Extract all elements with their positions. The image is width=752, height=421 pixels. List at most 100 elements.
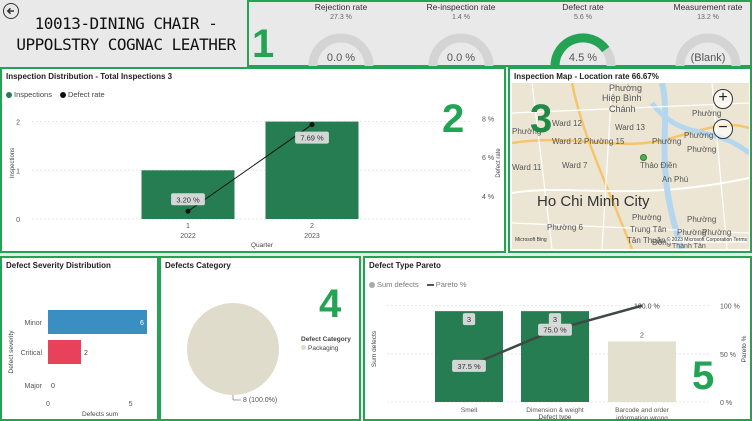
zoom-in-button[interactable]: + <box>713 89 733 109</box>
y2-axis-title: Defect rate <box>496 148 502 178</box>
map-place-label: Phường <box>632 213 662 222</box>
pareto-pct-label: 75.0 % <box>543 326 567 335</box>
map-place-label: Phường <box>609 83 642 93</box>
header-area: 10013-DINING CHAIR - UPPOLSTRY COGNAC LE… <box>0 0 247 66</box>
severity-title: Defect Severity Distribution <box>6 261 111 270</box>
pareto-y-title: Sum defects <box>371 330 378 367</box>
kpi-value: (Blank) <box>690 52 726 64</box>
y-axis-title: Inspections <box>10 148 16 178</box>
severity-category-label: Critical <box>21 350 43 357</box>
severity-bar <box>48 340 82 364</box>
marker-4: 4 <box>319 282 342 326</box>
map-place-label: Ho Chi Minh City <box>537 193 650 210</box>
pareto-y2-tick: 0 % <box>720 400 732 407</box>
y2-tick-label: 8 % <box>482 117 494 124</box>
pareto-x-tick: Barcode and order <box>615 407 670 414</box>
inspection-chart: 0 1 2 4 % 6 % 8 % Inspections Defect rate 1 2022 2… <box>10 117 502 249</box>
pareto-bar-value: 3 <box>553 315 557 324</box>
pareto-x-title: Defect type <box>539 414 572 420</box>
defect-type-pareto-panel: Defect Type Pareto Sum defects Pareto % … <box>363 256 752 421</box>
inspection-map-panel: Inspection Map - Location rate 66.67% Ph… <box>508 67 752 253</box>
y-tick-label: 0 <box>16 217 20 224</box>
severity-bar <box>48 310 148 334</box>
severity-chart: Minor 6 Critical 2 Major 0 0 5 Defects sum Defect… <box>8 310 148 418</box>
kpi-value: 4.5 % <box>568 52 598 64</box>
kpi-label: Re-inspection rate <box>426 2 496 12</box>
category-legend-item[interactable]: Packaging <box>301 345 351 352</box>
defect-rate-label: 3.20 % <box>176 195 200 204</box>
pareto-y2-title: Pareto % <box>741 335 748 362</box>
plus-icon: + <box>718 89 728 106</box>
x-axis-title: Quarter <box>251 242 274 249</box>
map-place-label: Ward 11 <box>512 163 542 172</box>
map-place-label: Phường <box>687 145 717 154</box>
kpi-label: Measurement rate <box>673 2 743 12</box>
dashboard: 10013-DINING CHAIR - UPPOLSTRY COGNAC LE… <box>0 0 752 421</box>
kpi-panel: 1 Rejection rate 27.3 % 0.0 % Re-inspection… <box>247 0 752 67</box>
pareto-pct-label: 37.5 % <box>457 362 481 371</box>
kpi-gauge-1[interactable]: Re-inspection rate 1.4 % 0.0 % <box>402 2 520 67</box>
minus-icon: − <box>718 119 728 136</box>
map-place-label: Ward 13 <box>615 123 645 132</box>
pareto-x-tick: information wrong <box>616 415 668 420</box>
severity-x-tick: 5 <box>129 401 133 408</box>
kpi-gauge-3[interactable]: Measurement rate 13.2 % (Blank) <box>649 2 752 67</box>
inspection-chart-title: Inspection Distribution - Total Inspecti… <box>6 72 173 81</box>
page-title: 10013-DINING CHAIR - UPPOLSTRY COGNAC LE… <box>6 13 246 55</box>
y2-tick-label: 6 % <box>482 155 494 162</box>
zoom-out-button[interactable]: − <box>713 119 733 139</box>
defect-rate-point <box>185 208 191 214</box>
kpi-label: Rejection rate <box>314 2 368 12</box>
severity-category-label: Major <box>24 383 42 390</box>
map-place-label: An Phú <box>662 175 689 184</box>
map-place-label: Trung Tân <box>630 225 667 234</box>
map-place-label: Thảo Điền <box>640 161 677 170</box>
map-place-label: Chánh <box>609 104 636 114</box>
map-place-label: Ward 12 <box>552 137 582 146</box>
pie-data-label: 8 (100.0%) <box>243 397 277 404</box>
bing-logo: Microsoft Bing <box>515 237 547 243</box>
pareto-bar-value: 3 <box>467 315 471 324</box>
map-location-pin[interactable] <box>640 154 647 161</box>
pareto-bar <box>608 341 676 402</box>
map-title: Inspection Map - Location rate 66.67% <box>514 72 659 81</box>
x-tick-top: 1 <box>186 223 190 230</box>
defect-severity-panel: Defect Severity Distribution Minor 6 Criti… <box>0 256 159 421</box>
pareto-y2-tick: 50 % <box>720 352 736 359</box>
map-place-label: Thành Tân <box>672 243 706 249</box>
map-place-label: Phường <box>652 137 682 146</box>
map-place-label: Phường 15 <box>584 137 625 146</box>
map-place-label: Ward 7 <box>562 161 588 170</box>
marker-1: 1 <box>252 22 275 66</box>
map-place-label: Ward 12 <box>552 119 582 128</box>
severity-x-title: Defects sum <box>82 411 118 418</box>
map-place-label: Hiệp Bình <box>602 93 642 103</box>
page-title-line1: 10013-DINING CHAIR - <box>34 14 218 33</box>
severity-y-title: Defect severity <box>8 330 15 374</box>
map-place-label: Phường <box>692 109 722 118</box>
y2-tick-label: 4 % <box>482 194 494 201</box>
kpi-gauge-2[interactable]: Defect rate 5.6 % 4.5 % <box>524 2 642 67</box>
pareto-bar-value: 2 <box>640 332 644 339</box>
kpi-gauge-0[interactable]: Rejection rate 27.3 % 0.0 % <box>282 2 400 67</box>
pie-slice-packaging <box>187 303 279 395</box>
category-title: Defects Category <box>165 261 231 270</box>
marker-3: 3 <box>530 97 553 141</box>
category-legend: Defect Category Packaging <box>301 336 351 352</box>
defects-category-panel: Defects Category 8 (100.0%) 4 Defect Cat… <box>159 256 361 421</box>
x-tick-top: 2 <box>310 223 314 230</box>
map-place-label: Phường <box>687 215 717 224</box>
severity-value-label: 2 <box>84 350 88 357</box>
severity-x-tick: 0 <box>46 401 50 408</box>
pareto-x-tick: Dimension & weight <box>526 407 584 414</box>
pareto-pct-label: 100.0 % <box>634 304 660 311</box>
pareto-x-tick: Smell <box>461 407 478 414</box>
y-tick-label: 1 <box>16 168 20 175</box>
severity-value-label: 0 <box>51 383 55 390</box>
page-title-line2: UPPOLSTRY COGNAC LEATHER <box>16 35 236 54</box>
kpi-value: 0.0 % <box>326 52 356 64</box>
category-legend-title: Defect Category <box>301 336 351 343</box>
defect-rate-point <box>309 122 315 128</box>
pareto-title: Defect Type Pareto <box>369 261 441 270</box>
pareto-y2-tick: 100 % <box>720 304 740 311</box>
